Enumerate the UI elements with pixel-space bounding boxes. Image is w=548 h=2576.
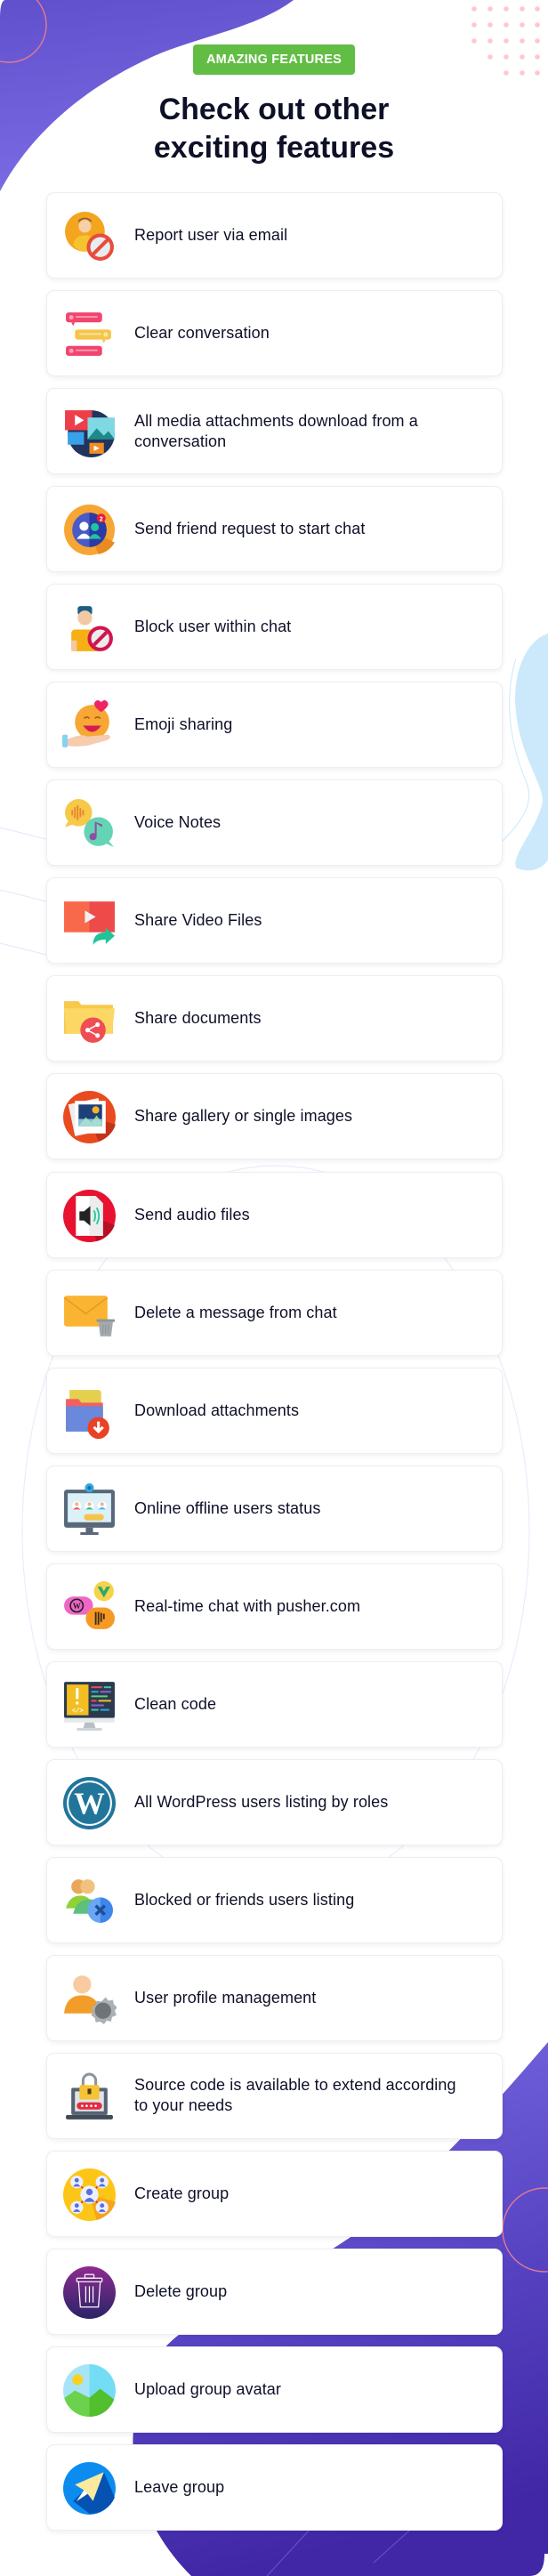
media-attachments-icon bbox=[62, 405, 117, 459]
block-user-icon bbox=[62, 601, 117, 655]
voice-notes-icon bbox=[62, 796, 117, 851]
blocked-friends-icon bbox=[62, 1874, 117, 1928]
feature-label: All media attachments download from a co… bbox=[134, 411, 418, 450]
feature-label: Online offline users status bbox=[134, 1498, 321, 1517]
feature-card: Share documents bbox=[46, 975, 503, 1062]
feature-label: Delete a message from chat bbox=[134, 1303, 337, 1321]
feature-card: Source code is available to extend accor… bbox=[46, 2052, 503, 2139]
feature-label: Source code is available to extend accor… bbox=[134, 2076, 456, 2115]
feature-card: Delete a message from chat bbox=[46, 1269, 503, 1356]
delete-message-icon bbox=[62, 1287, 117, 1341]
feature-label: Share gallery or single images bbox=[134, 1107, 353, 1126]
user-settings-icon bbox=[62, 1972, 117, 2026]
pink-dot-grid bbox=[471, 6, 540, 76]
feature-label: Emoji sharing bbox=[134, 715, 233, 734]
right-light-blue-blob bbox=[515, 634, 548, 871]
locked-laptop-icon bbox=[62, 2070, 117, 2124]
feature-label: Send audio files bbox=[134, 1205, 250, 1223]
svg-text:</>: </> bbox=[72, 1708, 84, 1715]
realtime-chat-icon: W bbox=[62, 1580, 117, 1635]
feature-label: Report user via email bbox=[134, 226, 288, 244]
feature-card: Blocked or friends users listing bbox=[46, 1856, 503, 1943]
feature-label: Leave group bbox=[134, 2478, 225, 2497]
feature-label: Block user within chat bbox=[134, 618, 292, 636]
feature-card: Send audio files bbox=[46, 1171, 503, 1258]
feature-card: Emoji sharing bbox=[46, 682, 503, 769]
feature-card: User profile management bbox=[46, 1954, 503, 2041]
svg-text:W: W bbox=[74, 1787, 105, 1821]
audio-file-icon bbox=[62, 1189, 117, 1243]
online-status-monitor-icon bbox=[62, 1482, 117, 1537]
svg-text:W: W bbox=[73, 1602, 81, 1611]
wordpress-icon: W bbox=[62, 1776, 117, 1830]
share-video-icon bbox=[62, 894, 117, 949]
feature-label: Download attachments bbox=[134, 1401, 300, 1419]
feature-card: Voice Notes bbox=[46, 779, 503, 867]
download-folder-icon bbox=[62, 1385, 117, 1439]
feature-card: Download attachments bbox=[46, 1367, 503, 1454]
feature-label: Clear conversation bbox=[134, 324, 270, 343]
feature-card: 2 Send friend request to start chat bbox=[46, 486, 503, 573]
feature-card: All media attachments download from a co… bbox=[46, 388, 503, 475]
feature-label: Upload group avatar bbox=[134, 2380, 282, 2399]
chat-bubbles-icon bbox=[62, 307, 117, 361]
clean-code-icon: </> bbox=[62, 1678, 117, 1732]
feature-label: Share Video Files bbox=[134, 911, 262, 930]
feature-card: </> Clean code bbox=[46, 1660, 503, 1748]
feature-card: Share gallery or single images bbox=[46, 1073, 503, 1160]
feature-label: Send friend request to start chat bbox=[134, 520, 366, 538]
share-folder-icon bbox=[62, 992, 117, 1046]
feature-card: Report user via email bbox=[46, 192, 503, 279]
svg-text:2: 2 bbox=[100, 515, 103, 522]
feature-label: Blocked or friends users listing bbox=[134, 1890, 355, 1909]
feature-label: Share documents bbox=[134, 1009, 262, 1028]
emoji-icon bbox=[62, 699, 117, 753]
feature-label: Voice Notes bbox=[134, 813, 222, 832]
feature-card: W Real-time chat with pusher.com bbox=[46, 1563, 503, 1650]
feature-card: Share Video Files bbox=[46, 877, 503, 965]
image-avatar-icon bbox=[62, 2363, 117, 2418]
feature-label: Clean code bbox=[134, 1694, 217, 1713]
feature-card: Create group bbox=[46, 2151, 503, 2237]
feature-card: Upload group avatar bbox=[46, 2346, 503, 2434]
feature-card: W All WordPress users listing by roles bbox=[46, 1758, 503, 1845]
feature-label: All WordPress users listing by roles bbox=[134, 1792, 389, 1811]
create-group-icon bbox=[62, 2168, 117, 2222]
friend-request-icon: 2 bbox=[62, 503, 117, 557]
gallery-icon bbox=[62, 1090, 117, 1144]
title-line-2: exciting features bbox=[153, 131, 395, 165]
amazing-features-badge: AMAZING FEATURES bbox=[193, 44, 355, 75]
report-user-icon bbox=[62, 209, 117, 263]
feature-card: Block user within chat bbox=[46, 584, 503, 671]
page-title: Check out other exciting features bbox=[0, 91, 548, 167]
feature-label: Create group bbox=[134, 2184, 230, 2202]
feature-label: User profile management bbox=[134, 1988, 317, 2007]
feature-label: Delete group bbox=[134, 2282, 228, 2300]
feature-label: Real-time chat with pusher.com bbox=[134, 1596, 361, 1615]
title-line-1: Check out other bbox=[158, 93, 390, 126]
feature-card: Online offline users status bbox=[46, 1465, 503, 1552]
feature-card: Leave group bbox=[46, 2444, 503, 2532]
trash-icon bbox=[62, 2265, 117, 2320]
feature-card: Delete group bbox=[46, 2249, 503, 2335]
feature-card: Clear conversation bbox=[46, 290, 503, 377]
paper-plane-icon bbox=[62, 2461, 117, 2515]
